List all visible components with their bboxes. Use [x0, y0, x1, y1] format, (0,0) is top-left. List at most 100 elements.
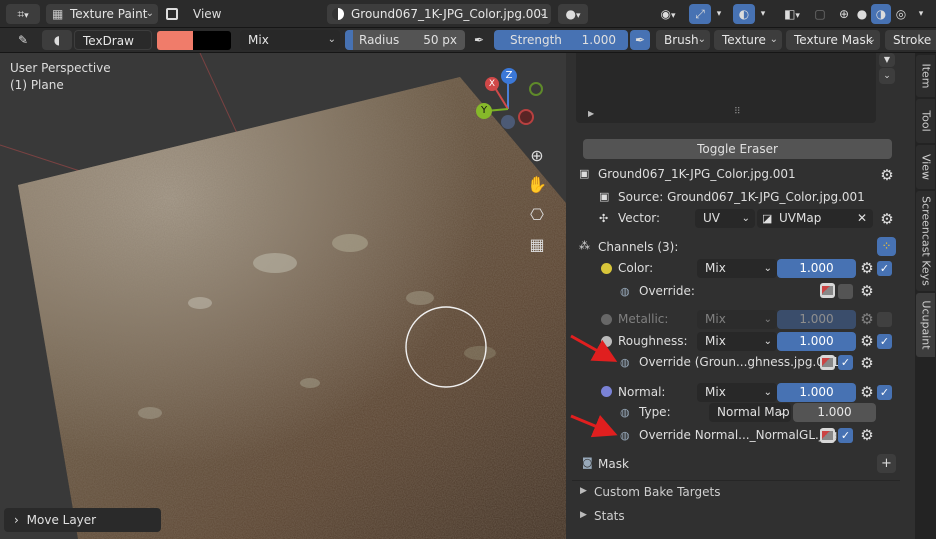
roughness-override-image-icon[interactable]: [820, 355, 835, 370]
metallic-gear-icon[interactable]: ⚙: [859, 311, 875, 327]
grid-ortho-icon[interactable]: ▦: [525, 233, 549, 257]
type-icon: ◍: [620, 406, 630, 419]
snap-dropdown[interactable]: ●▾: [558, 4, 588, 24]
shading-dropdown[interactable]: ▾: [912, 4, 930, 24]
roughness-blend: Mix: [705, 334, 726, 348]
roughness-override-gear-icon[interactable]: ⚙: [859, 355, 875, 371]
gizmo-dropdown[interactable]: ▾: [712, 4, 726, 24]
menu-button[interactable]: ⌄: [879, 68, 895, 84]
normal-override-gear-icon[interactable]: ⚙: [859, 427, 875, 443]
resize-handle-icon[interactable]: ⠿: [734, 107, 741, 117]
tab-ucupaint[interactable]: Ucupaint: [916, 293, 935, 357]
normal-gear-icon[interactable]: ⚙: [859, 384, 875, 400]
chevron-down-icon: ⌄: [763, 263, 772, 274]
image-dropdown[interactable]: Ground067_1K-JPG_Color.jpg.001 ⌄: [327, 4, 551, 24]
tab-tool[interactable]: Tool: [916, 99, 935, 143]
normal-intensity-field[interactable]: 1.000: [777, 383, 856, 402]
hand-pan-icon[interactable]: ✋: [525, 173, 549, 197]
3d-viewport[interactable]: User Perspective (1) Plane Z X Y ⊕ ✋ ⎔ ▦…: [0, 53, 566, 539]
xray-toggle[interactable]: ▢: [810, 4, 830, 24]
gizmo-neg-y[interactable]: [529, 82, 543, 96]
strength-slider[interactable]: Strength 1.000: [494, 30, 628, 50]
metallic-enable-checkbox[interactable]: [877, 312, 892, 327]
roughness-gear-icon[interactable]: ⚙: [859, 333, 875, 349]
color-enable-checkbox[interactable]: ✓: [877, 261, 892, 276]
paint-brush-icon: ✎: [17, 33, 29, 47]
mode-dropdown[interactable]: ▦ Texture Paint ⌄: [46, 4, 158, 24]
color-override-image-icon[interactable]: [820, 283, 835, 298]
texture-menu[interactable]: Texture ⌄: [714, 30, 782, 50]
normal-enable-checkbox[interactable]: ✓: [877, 385, 892, 400]
uvmap-field[interactable]: ◪ UVMap ✕: [757, 209, 873, 228]
last-operator-panel[interactable]: › Move Layer: [4, 508, 161, 532]
tab-view[interactable]: View: [916, 145, 935, 189]
brush-tool-icon[interactable]: ✎: [10, 30, 36, 50]
navigation-gizmo[interactable]: Z X Y: [468, 65, 558, 145]
view-menu[interactable]: View: [193, 7, 221, 21]
shading-solid[interactable]: ●: [853, 4, 871, 24]
color-override-gear-icon[interactable]: ⚙: [859, 283, 875, 299]
gizmo-neg-x[interactable]: [518, 109, 534, 125]
clear-x-icon[interactable]: ✕: [857, 209, 867, 228]
chevron-down-icon: ⌄: [741, 213, 750, 224]
brush-menu[interactable]: Brush ⌄: [656, 30, 710, 50]
vector-type-dropdown[interactable]: UV ⌄: [695, 209, 755, 228]
shading-material[interactable]: ◑: [871, 4, 891, 24]
channels-options-icon[interactable]: ⁘: [877, 237, 896, 256]
color-blend-dropdown[interactable]: Mix ⌄: [697, 259, 777, 278]
vector-gear-icon[interactable]: ⚙: [879, 211, 895, 227]
strength-pressure-toggle[interactable]: ✒: [630, 30, 650, 50]
shading-rendered[interactable]: ◎: [891, 4, 911, 24]
brush-name-field[interactable]: TexDraw: [74, 30, 152, 50]
visibility-dropdown[interactable]: ◉▾: [652, 4, 684, 24]
zoom-icon[interactable]: ⊕: [525, 144, 549, 168]
normal-strength-field[interactable]: 1.000: [793, 403, 876, 422]
normal-type-dropdown[interactable]: Normal Map ⌄: [709, 403, 791, 422]
blend-dropdown[interactable]: Mix ⌄: [240, 30, 340, 50]
roughness-override-checkbox[interactable]: ✓: [838, 355, 853, 370]
camera-icon[interactable]: ⎔: [525, 203, 549, 227]
primary-color-swatch[interactable]: [157, 31, 193, 50]
gizmo-neg-z[interactable]: [501, 115, 515, 129]
tab-item[interactable]: Item: [916, 55, 935, 97]
tab-view-label: View: [919, 153, 932, 181]
secondary-color-swatch[interactable]: [193, 31, 231, 50]
editor-type-button[interactable]: ⌗▾: [6, 4, 40, 24]
normal-blend-dropdown[interactable]: Mix ⌄: [697, 383, 777, 402]
chevron-down-icon: ▾: [918, 9, 924, 19]
overlays-dropdown[interactable]: ▾: [756, 4, 770, 24]
add-mask-button[interactable]: +: [877, 454, 896, 473]
tab-screencast-keys[interactable]: Screencast Keys: [916, 191, 935, 291]
normal-override-image-icon[interactable]: [820, 428, 835, 443]
texture-mask-menu[interactable]: Texture Mask ⌄: [786, 30, 880, 50]
layer-settings-gear-icon[interactable]: ⚙: [879, 167, 895, 183]
roughness-intensity-field[interactable]: 1.000: [777, 332, 856, 351]
stroke-menu[interactable]: Stroke: [885, 30, 936, 50]
normal-override-checkbox[interactable]: ✓: [838, 428, 853, 443]
layer-list[interactable]: ▶ ⠿: [576, 53, 876, 123]
color-intensity-field[interactable]: 1.000: [777, 259, 856, 278]
custom-bake-targets-header[interactable]: Custom Bake Targets: [594, 485, 720, 499]
color-override-checkbox[interactable]: [838, 284, 853, 299]
toggle-eraser-button[interactable]: Toggle Eraser: [583, 139, 892, 159]
roughness-blend-dropdown[interactable]: Mix ⌄: [697, 332, 777, 351]
radius-pressure-toggle[interactable]: ✒: [468, 30, 490, 50]
radius-slider[interactable]: Radius 50 px: [345, 30, 465, 50]
gizmo-y-axis[interactable]: Y: [476, 103, 492, 119]
roughness-enable-checkbox[interactable]: ✓: [877, 334, 892, 349]
gizmo-x-axis[interactable]: X: [485, 77, 499, 91]
color-gear-icon[interactable]: ⚙: [859, 260, 875, 276]
stats-header[interactable]: Stats: [594, 509, 625, 523]
xray-dropdown[interactable]: ◧▾: [777, 4, 807, 24]
metallic-blend-dropdown[interactable]: Mix ⌄: [697, 310, 777, 329]
metallic-intensity-field[interactable]: 1.000: [777, 310, 856, 329]
gizmo-toggle[interactable]: ⤢: [689, 4, 711, 24]
shading-wireframe[interactable]: ⊕: [834, 4, 854, 24]
move-down-button[interactable]: ▼: [879, 53, 895, 67]
brush-preview-button[interactable]: ◖: [42, 30, 72, 50]
overlays-toggle[interactable]: ◐: [733, 4, 755, 24]
gizmo-z-axis[interactable]: Z: [501, 68, 517, 84]
strength-value: 1.000: [581, 33, 616, 47]
mask-toggle-icon[interactable]: [162, 4, 182, 24]
source-label: Source:: [618, 190, 664, 204]
